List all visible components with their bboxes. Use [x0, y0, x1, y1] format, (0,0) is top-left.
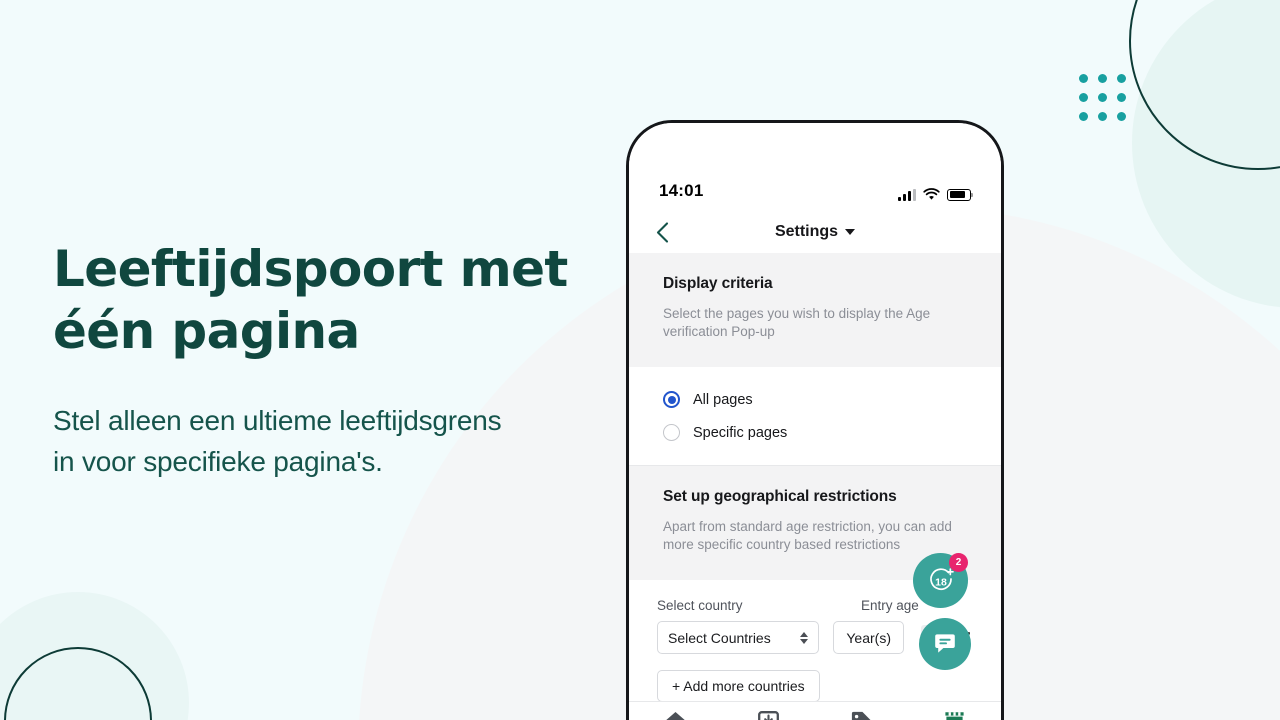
tab-home[interactable]: Home [629, 702, 722, 720]
bottom-tab-bar: Home Orders Products [629, 701, 1001, 720]
radio-all-pages[interactable] [663, 391, 680, 408]
radio-label-specific-pages: Specific pages [693, 424, 788, 441]
entry-age-input[interactable]: Year(s) [833, 621, 904, 654]
headline-line-2: één pagina [53, 302, 360, 360]
hero-subtext: Stel alleen een ultieme leeftijdsgrens i… [53, 400, 613, 482]
nav-title-label: Settings [774, 223, 839, 240]
tab-orders[interactable]: Orders [722, 702, 815, 720]
status-icons [898, 188, 973, 201]
mint-circle-bottom-left [0, 592, 189, 720]
fab-notification-badge: 2 [949, 553, 968, 572]
subtext-line-1: Stel alleen een ultieme leeftijdsgrens [53, 405, 502, 436]
dot-grid-decoration [1079, 74, 1136, 131]
orders-inbox-icon [758, 711, 779, 720]
tab-store[interactable]: Store [908, 702, 1001, 720]
select-countries-dropdown[interactable]: Select Countries [657, 621, 820, 654]
subtext-line-2: in voor specifieke pagina's. [53, 446, 383, 477]
radio-option-all-pages[interactable]: All pages [663, 383, 967, 416]
storefront-icon [945, 712, 964, 720]
radio-specific-pages[interactable] [663, 424, 680, 441]
chevron-down-icon[interactable] [845, 229, 856, 235]
hero-copy: Leeftijdspoort met één pagina Stel allee… [53, 238, 613, 482]
tab-products[interactable]: Products [815, 702, 908, 720]
display-criteria-description: Select the pages you wish to display the… [663, 306, 931, 339]
headline-line-1: Leeftijdspoort met [53, 240, 568, 298]
select-updown-icon [800, 631, 809, 644]
chat-fab[interactable] [919, 618, 971, 670]
geo-restrictions-title: Set up geographical restrictions [663, 488, 897, 505]
nav-bar: Settings [629, 211, 1001, 253]
display-criteria-options: All pages Specific pages [629, 367, 1001, 465]
18-plus-icon: 18 [929, 567, 954, 590]
add-more-countries-button[interactable]: + Add more countries [657, 670, 820, 702]
home-icon [666, 712, 685, 720]
svg-text:18: 18 [935, 576, 947, 588]
circle-outline-bottom-left [4, 647, 152, 720]
page-title: Leeftijdspoort met één pagina [53, 238, 613, 362]
display-criteria-title: Display criteria [663, 275, 773, 292]
wifi-icon [923, 188, 940, 200]
cellular-signal-icon [898, 188, 916, 201]
radio-option-specific-pages[interactable]: Specific pages [663, 416, 967, 449]
chevron-left-icon[interactable] [651, 221, 673, 243]
nav-title: Settings [629, 223, 1001, 241]
tag-icon [851, 711, 871, 720]
status-bar: 14:01 [629, 123, 1001, 211]
mint-circle-top-right [1132, 0, 1280, 308]
add-more-countries-label: + Add more countries [672, 678, 805, 694]
select-country-label: Select country [657, 598, 743, 613]
radio-label-all-pages: All pages [693, 391, 753, 408]
chat-bubble-icon [935, 634, 955, 653]
entry-age-value: Year(s) [846, 629, 891, 646]
circle-outline-top-right [1129, 0, 1280, 170]
select-countries-value: Select Countries [668, 629, 771, 646]
display-criteria-section: Display criteria Select the pages you wi… [629, 253, 1001, 367]
battery-icon [947, 188, 973, 201]
geo-restrictions-description: Apart from standard age restriction, you… [663, 519, 952, 552]
status-time: 14:01 [659, 181, 704, 200]
